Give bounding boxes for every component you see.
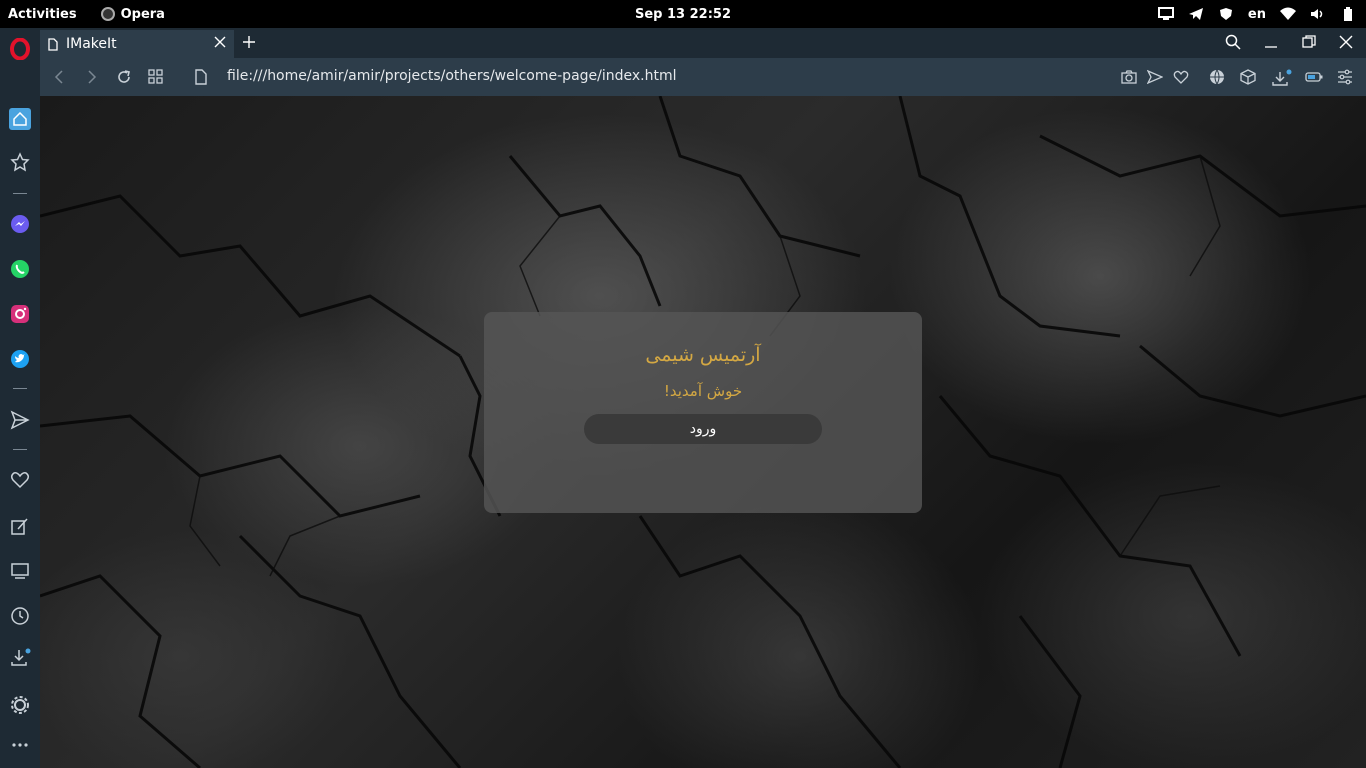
forward-arrow-icon[interactable] <box>86 69 98 89</box>
maximize-icon[interactable] <box>1302 34 1316 53</box>
reload-icon[interactable] <box>116 69 132 89</box>
opera-app-icon <box>100 7 115 21</box>
sidebar-divider <box>13 388 27 389</box>
speed-dial-grid-icon[interactable] <box>148 69 163 88</box>
page-document-icon <box>48 37 58 51</box>
downloads-icon[interactable] <box>0 648 40 668</box>
opera-menu-icon[interactable] <box>0 38 40 60</box>
tab-close-icon[interactable] <box>214 36 226 52</box>
sidebar-divider <box>13 193 27 194</box>
search-tabs-icon[interactable] <box>1225 34 1241 54</box>
minimize-icon[interactable] <box>1264 34 1278 54</box>
app-menu[interactable]: Opera <box>100 6 165 22</box>
tab-bar: IMakeIt <box>40 28 1366 58</box>
page-viewport: آرتمیس شیمی خوش آمدید! ورود <box>40 96 1366 768</box>
vpn-globe-icon[interactable] <box>1209 69 1225 89</box>
login-button[interactable]: ورود <box>584 414 822 444</box>
messenger-icon[interactable] <box>0 214 40 234</box>
history-icon[interactable] <box>0 606 40 626</box>
bookmark-heart-icon[interactable] <box>1173 69 1189 89</box>
new-tab-plus-icon[interactable] <box>242 34 256 53</box>
battery-saver-icon[interactable] <box>1305 69 1323 89</box>
system-top-bar: Activities Opera Sep 13 22:52 en <box>0 0 1366 28</box>
extensions-cube-icon[interactable] <box>1240 69 1256 89</box>
send-icon[interactable] <box>0 410 40 430</box>
welcome-card: آرتمیس شیمی خوش آمدید! ورود <box>484 312 922 513</box>
sidebar-divider <box>13 449 27 450</box>
address-url-field[interactable]: file:///home/amir/amir/projects/others/w… <box>227 68 677 84</box>
wifi-icon[interactable] <box>1280 7 1296 21</box>
home-icon[interactable] <box>0 108 40 130</box>
window-close-icon[interactable] <box>1339 34 1353 53</box>
file-page-icon[interactable] <box>195 69 207 89</box>
personal-news-icon[interactable] <box>0 516 40 536</box>
send-to-flow-icon[interactable] <box>1146 69 1164 89</box>
twitter-icon[interactable] <box>0 349 40 369</box>
opera-sidebar <box>0 28 40 768</box>
speed-dial-icon[interactable] <box>0 152 40 172</box>
instagram-icon[interactable] <box>0 304 40 324</box>
activities-button[interactable]: Activities <box>0 7 77 22</box>
bookmarks-heart-icon[interactable] <box>0 470 40 490</box>
language-indicator[interactable]: en <box>1248 7 1266 22</box>
snapshot-camera-icon[interactable] <box>1121 69 1137 89</box>
address-toolbar: file:///home/amir/amir/projects/others/w… <box>40 58 1366 96</box>
tab-title: IMakeIt <box>66 36 117 52</box>
app-name: Opera <box>120 6 165 22</box>
back-arrow-icon[interactable] <box>53 69 65 89</box>
easy-setup-icon[interactable] <box>1337 69 1353 89</box>
settings-gear-icon[interactable] <box>0 695 40 715</box>
volume-icon[interactable] <box>1310 7 1326 21</box>
battery-icon[interactable] <box>1340 7 1356 21</box>
display-icon[interactable] <box>1157 7 1174 21</box>
browser-tab[interactable]: IMakeIt <box>40 30 234 58</box>
downloads-toolbar-icon[interactable] <box>1272 69 1292 91</box>
tabs-icon[interactable] <box>0 561 40 581</box>
whatsapp-icon[interactable] <box>0 259 40 279</box>
telegram-icon[interactable] <box>1188 7 1204 21</box>
welcome-message: خوش آمدید! <box>663 382 743 400</box>
more-options-icon[interactable] <box>0 740 40 750</box>
company-name: آرتمیس شیمی <box>645 344 761 366</box>
shield-icon[interactable] <box>1218 7 1234 21</box>
system-tray: en <box>1157 0 1356 28</box>
